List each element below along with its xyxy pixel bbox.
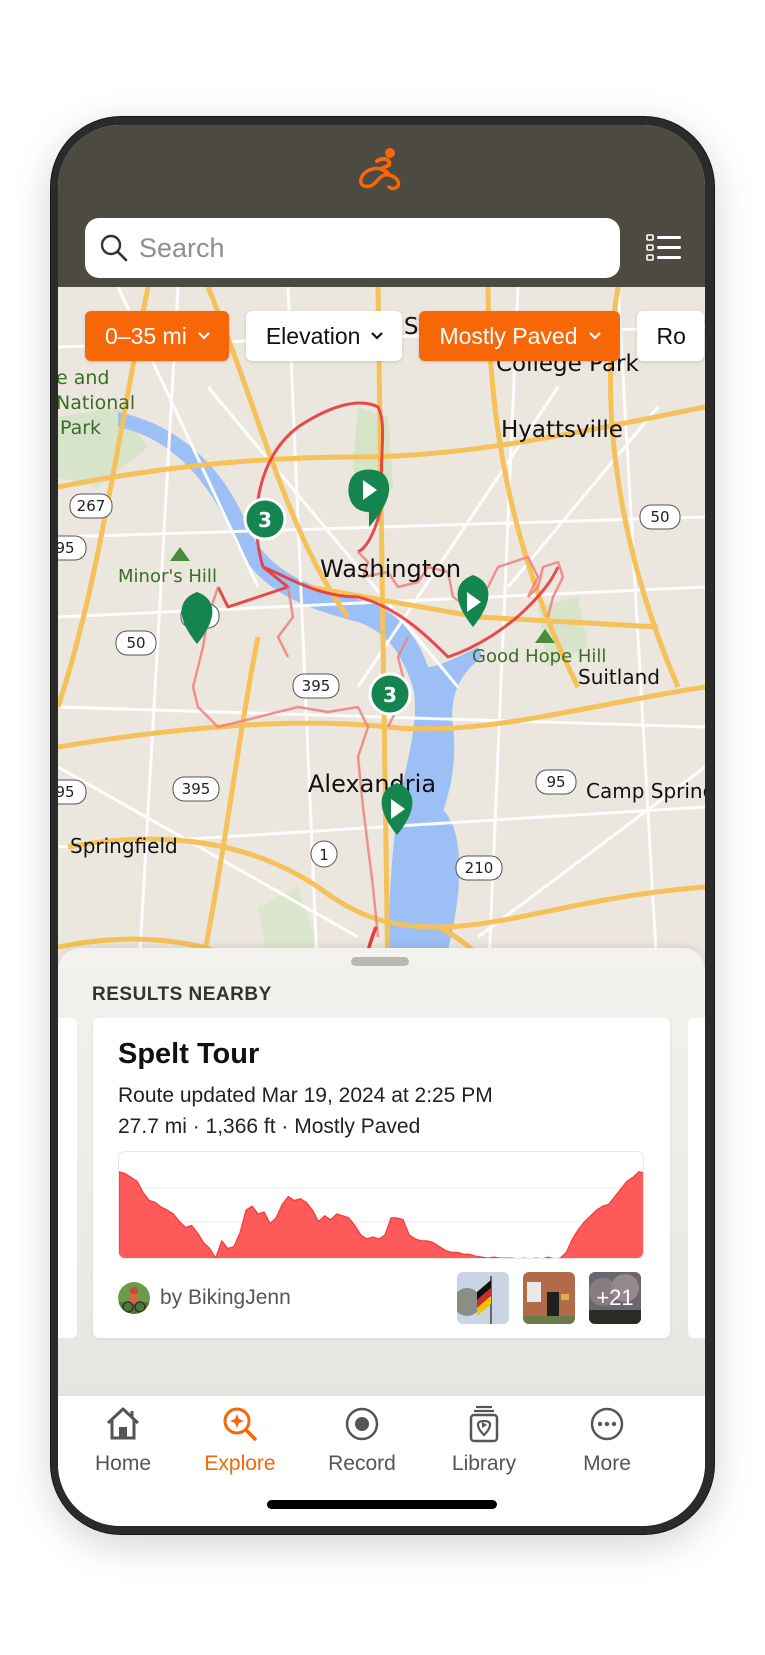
map-label-wheaton: Wheaton: [313, 287, 403, 289]
chevron-down-icon: [371, 332, 384, 340]
road-shield: 395: [292, 673, 340, 699]
svg-text:50: 50: [650, 508, 669, 526]
more-icon: [590, 1407, 624, 1441]
route-updated: Route updated Mar 19, 2024 at 2:25 PM: [118, 1084, 493, 1107]
list-view-icon[interactable]: [646, 233, 682, 263]
route-start-pin[interactable]: [181, 592, 213, 644]
result-card[interactable]: Spelt Tour Route updated Mar 19, 2024 at…: [93, 1018, 670, 1338]
route-title: Spelt Tour: [118, 1038, 260, 1070]
road-shield: 267: [69, 493, 113, 519]
next-result-card[interactable]: [688, 1018, 705, 1338]
filter-label: Elevation: [265, 322, 361, 349]
road-shield: 1: [310, 840, 338, 868]
tab-label: Explore: [204, 1452, 276, 1475]
filter-elevation[interactable]: Elevation: [245, 311, 403, 361]
svg-text:95: 95: [546, 773, 565, 791]
tab-label: Record: [328, 1452, 396, 1475]
previous-result-card[interactable]: [58, 1018, 77, 1338]
elevation-profile: [118, 1151, 644, 1259]
road-shield: 50: [639, 504, 681, 530]
svg-text:50: 50: [126, 634, 145, 652]
filter-label: Mostly Paved: [439, 322, 578, 349]
elevation-area: [119, 1171, 643, 1258]
tab-bar: Home Explore Record Library More: [58, 1395, 705, 1526]
route-stats: 27.7 mi · 1,366 ft · Mostly Paved: [118, 1115, 421, 1138]
road-shield: 95: [535, 769, 577, 795]
tab-explore[interactable]: Explore: [185, 1404, 295, 1476]
more-photos-count: +21: [589, 1272, 641, 1324]
svg-text:95: 95: [58, 783, 75, 801]
record-icon: [345, 1407, 379, 1441]
filter-distance[interactable]: 0–35 mi: [85, 311, 229, 361]
tab-label: More: [583, 1452, 631, 1475]
peak-icon: [170, 547, 190, 561]
cyclist-logo-icon: [359, 148, 401, 191]
author-name: by BikingJenn: [160, 1286, 291, 1309]
photo-flag: [457, 1272, 509, 1324]
map-label-park-3: Park: [60, 417, 101, 439]
tab-record[interactable]: Record: [307, 1404, 417, 1476]
svg-text:3: 3: [383, 683, 397, 707]
route-cluster-marker[interactable]: 3: [243, 497, 287, 541]
explore-icon: [223, 1407, 257, 1441]
library-icon: [469, 1405, 499, 1443]
tab-label: Home: [94, 1452, 152, 1475]
avatar: [118, 1282, 150, 1314]
filter-route-type[interactable]: Ro: [636, 311, 704, 361]
filter-label: Ro: [656, 322, 686, 349]
photo-house: [523, 1272, 575, 1324]
home-icon: [106, 1407, 140, 1440]
results-heading: RESULTS NEARBY: [92, 984, 272, 1005]
elevation-chart: [119, 1171, 643, 1258]
map-label-springfield: Springfield: [70, 834, 178, 858]
chevron-down-icon: [588, 332, 601, 340]
road-shield: 95: [58, 779, 87, 805]
svg-text:395: 395: [182, 780, 211, 798]
home-indicator[interactable]: [267, 1500, 497, 1509]
tab-more[interactable]: More: [552, 1404, 662, 1476]
svg-text:267: 267: [77, 497, 106, 515]
search-icon: [100, 234, 128, 262]
more-photos-button[interactable]: +21: [589, 1272, 641, 1324]
map-label-suitland: Suitland: [578, 665, 660, 689]
map-label-park-2: National: [58, 392, 135, 414]
map-view[interactable]: Wheaton Silver Spring College Park Hyatt…: [58, 287, 705, 987]
road-shield: 395: [172, 776, 220, 802]
route-cluster-marker[interactable]: 3: [368, 672, 412, 716]
road-shield: 50: [115, 630, 157, 656]
map-label-washington: Washington: [320, 555, 461, 583]
map-label-minors-hill: Minor's Hill: [118, 566, 217, 587]
tab-library[interactable]: Library: [429, 1404, 539, 1476]
top-header: [58, 125, 705, 287]
map-label-hyattsville: Hyattsville: [501, 417, 623, 443]
map-label-alexandria: Alexandria: [308, 770, 436, 798]
map-label-park-1: e and: [58, 367, 109, 389]
route-photos: +21: [457, 1272, 641, 1324]
map-canvas[interactable]: Wheaton Silver Spring College Park Hyatt…: [58, 287, 705, 987]
svg-text:3: 3: [258, 508, 272, 532]
results-sheet: RESULTS NEARBY Spelt Tour Route updated …: [58, 948, 705, 1395]
sheet-grabber[interactable]: [351, 957, 409, 966]
search-input[interactable]: [139, 232, 599, 264]
road-shield: 95: [58, 535, 87, 561]
map-label-camp-springs: Camp Springs: [586, 779, 705, 803]
filter-label: 0–35 mi: [105, 322, 187, 349]
svg-text:1: 1: [319, 846, 329, 864]
tab-home[interactable]: Home: [68, 1404, 178, 1476]
filter-chips: 0–35 mi Elevation Mostly Paved Ro: [85, 311, 704, 361]
tab-label: Library: [451, 1452, 517, 1475]
road-shield: 210: [455, 855, 503, 881]
search-bar[interactable]: [85, 218, 620, 278]
svg-text:395: 395: [302, 677, 331, 695]
photo-thumbnail[interactable]: [457, 1272, 509, 1324]
filter-surface[interactable]: Mostly Paved: [419, 311, 620, 361]
svg-text:210: 210: [465, 859, 494, 877]
map-label-good-hope-hill: Good Hope Hill: [472, 646, 606, 667]
chevron-down-icon: [198, 332, 210, 340]
svg-text:95: 95: [58, 539, 75, 557]
app-screen: Wheaton Silver Spring College Park Hyatt…: [58, 125, 705, 1526]
photo-thumbnail[interactable]: [523, 1272, 575, 1324]
route-author[interactable]: by BikingJenn: [118, 1282, 291, 1314]
